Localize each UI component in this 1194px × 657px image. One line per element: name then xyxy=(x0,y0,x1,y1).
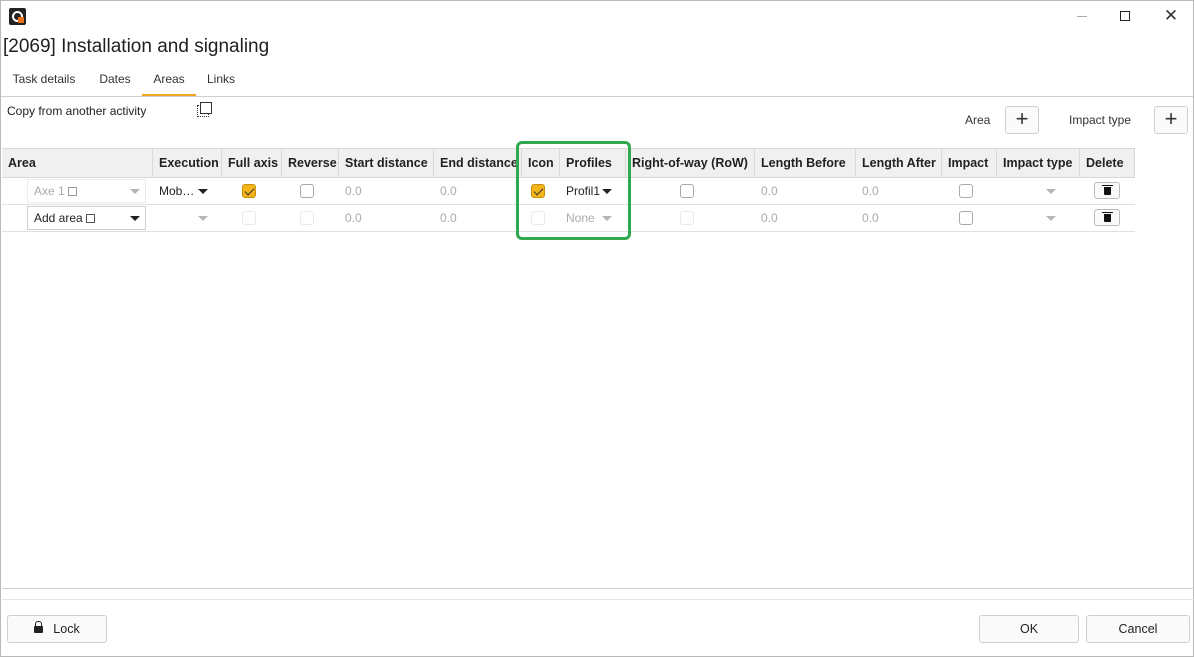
tab-links[interactable]: Links xyxy=(201,69,241,96)
length-before-value[interactable]: 0.0 xyxy=(755,178,778,204)
col-full-axis[interactable]: Full axis xyxy=(222,149,282,177)
profiles-value[interactable]: Profil1 xyxy=(560,178,600,204)
add-impact-type-button[interactable]: + xyxy=(1154,106,1188,134)
impact-type-dropdown-icon[interactable] xyxy=(1046,216,1056,221)
chevron-down-icon xyxy=(130,189,140,194)
area-value: Axe 1 xyxy=(34,184,65,198)
col-start-distance[interactable]: Start distance xyxy=(339,149,434,177)
chevron-down-icon xyxy=(130,216,140,221)
copy-icon[interactable] xyxy=(197,102,212,117)
table-row: Add area 0.0 0.0 None 0.0 0.0 xyxy=(2,205,1135,232)
profiles-dropdown-icon[interactable] xyxy=(602,189,612,194)
cancel-button[interactable]: Cancel xyxy=(1086,615,1190,643)
tab-task-details[interactable]: Task details xyxy=(7,69,81,96)
icon-checkbox[interactable] xyxy=(531,184,545,198)
execution-dropdown-icon[interactable] xyxy=(198,189,208,194)
col-end-distance[interactable]: End distance xyxy=(434,149,522,177)
execution-value[interactable]: Mob… xyxy=(153,178,194,204)
length-before-value[interactable]: 0.0 xyxy=(755,205,778,231)
title-bar: ✕ xyxy=(1,1,1193,31)
app-logo-icon xyxy=(9,8,26,25)
col-impact-type[interactable]: Impact type xyxy=(997,149,1080,177)
close-icon: ✕ xyxy=(1163,6,1179,25)
impact-type-add-label: Impact type xyxy=(1069,113,1132,127)
impact-checkbox[interactable] xyxy=(959,184,973,198)
delete-button[interactable] xyxy=(1094,209,1120,226)
trash-icon xyxy=(1102,212,1113,222)
page-title: [2069] Installation and signaling xyxy=(3,36,270,57)
table-header: Area Execution Full axis Reverse Start d… xyxy=(2,148,1135,178)
divider xyxy=(2,588,1194,589)
impact-checkbox[interactable] xyxy=(959,211,973,225)
start-distance-value[interactable]: 0.0 xyxy=(339,205,362,231)
col-length-before[interactable]: Length Before xyxy=(755,149,856,177)
profiles-value[interactable]: None xyxy=(560,205,595,231)
dialog-window: ✕ [2069] Installation and signaling Task… xyxy=(0,0,1194,657)
delete-button[interactable] xyxy=(1094,182,1120,199)
col-delete[interactable]: Delete xyxy=(1080,149,1135,177)
length-after-value[interactable]: 0.0 xyxy=(856,205,879,231)
edit-icon xyxy=(67,187,77,196)
full-axis-checkbox[interactable] xyxy=(242,184,256,198)
lock-label: Lock xyxy=(53,622,80,636)
maximize-button[interactable] xyxy=(1102,1,1148,31)
ok-button[interactable]: OK xyxy=(979,615,1079,643)
right-of-way-checkbox[interactable] xyxy=(680,211,694,225)
trash-icon xyxy=(1102,185,1113,195)
execution-dropdown-icon[interactable] xyxy=(198,216,208,221)
icon-checkbox[interactable] xyxy=(531,211,545,225)
add-area-button[interactable]: + xyxy=(1005,106,1039,134)
tab-dates[interactable]: Dates xyxy=(93,69,137,96)
lock-button[interactable]: Lock xyxy=(7,615,107,643)
tab-areas[interactable]: Areas xyxy=(142,69,196,96)
minimize-icon xyxy=(1077,15,1087,17)
length-after-value[interactable]: 0.0 xyxy=(856,178,879,204)
reverse-checkbox[interactable] xyxy=(300,211,314,225)
col-reverse[interactable]: Reverse xyxy=(282,149,339,177)
impact-type-dropdown-icon[interactable] xyxy=(1046,189,1056,194)
lock-icon xyxy=(34,621,44,633)
add-area-select[interactable]: Add area xyxy=(27,206,146,230)
full-axis-checkbox[interactable] xyxy=(242,211,256,225)
col-area[interactable]: Area xyxy=(2,149,153,177)
col-impact[interactable]: Impact xyxy=(942,149,997,177)
area-add-label: Area xyxy=(965,113,991,127)
edit-icon xyxy=(85,214,95,223)
start-distance-value[interactable]: 0.0 xyxy=(339,178,362,204)
col-length-after[interactable]: Length After xyxy=(856,149,942,177)
copy-from-activity-label: Copy from another activity xyxy=(7,104,147,118)
close-button[interactable]: ✕ xyxy=(1148,1,1194,31)
col-icon[interactable]: Icon xyxy=(522,149,560,177)
end-distance-value[interactable]: 0.0 xyxy=(434,178,457,204)
tab-bar: Task details Dates Areas Links xyxy=(1,69,1193,97)
minimize-button[interactable] xyxy=(1059,1,1105,31)
add-area-label: Add area xyxy=(34,211,83,225)
profiles-dropdown-icon[interactable] xyxy=(602,216,612,221)
reverse-checkbox[interactable] xyxy=(300,184,314,198)
right-of-way-checkbox[interactable] xyxy=(680,184,694,198)
col-profiles[interactable]: Profiles xyxy=(560,149,626,177)
maximize-icon xyxy=(1120,11,1130,21)
table-row: Axe 1 Mob… 0.0 0.0 Profil1 0.0 0.0 xyxy=(2,178,1135,205)
area-select[interactable]: Axe 1 xyxy=(27,179,146,203)
col-execution[interactable]: Execution xyxy=(153,149,222,177)
col-right-of-way[interactable]: Right-of-way (RoW) xyxy=(626,149,755,177)
end-distance-value[interactable]: 0.0 xyxy=(434,205,457,231)
divider xyxy=(2,599,1194,600)
